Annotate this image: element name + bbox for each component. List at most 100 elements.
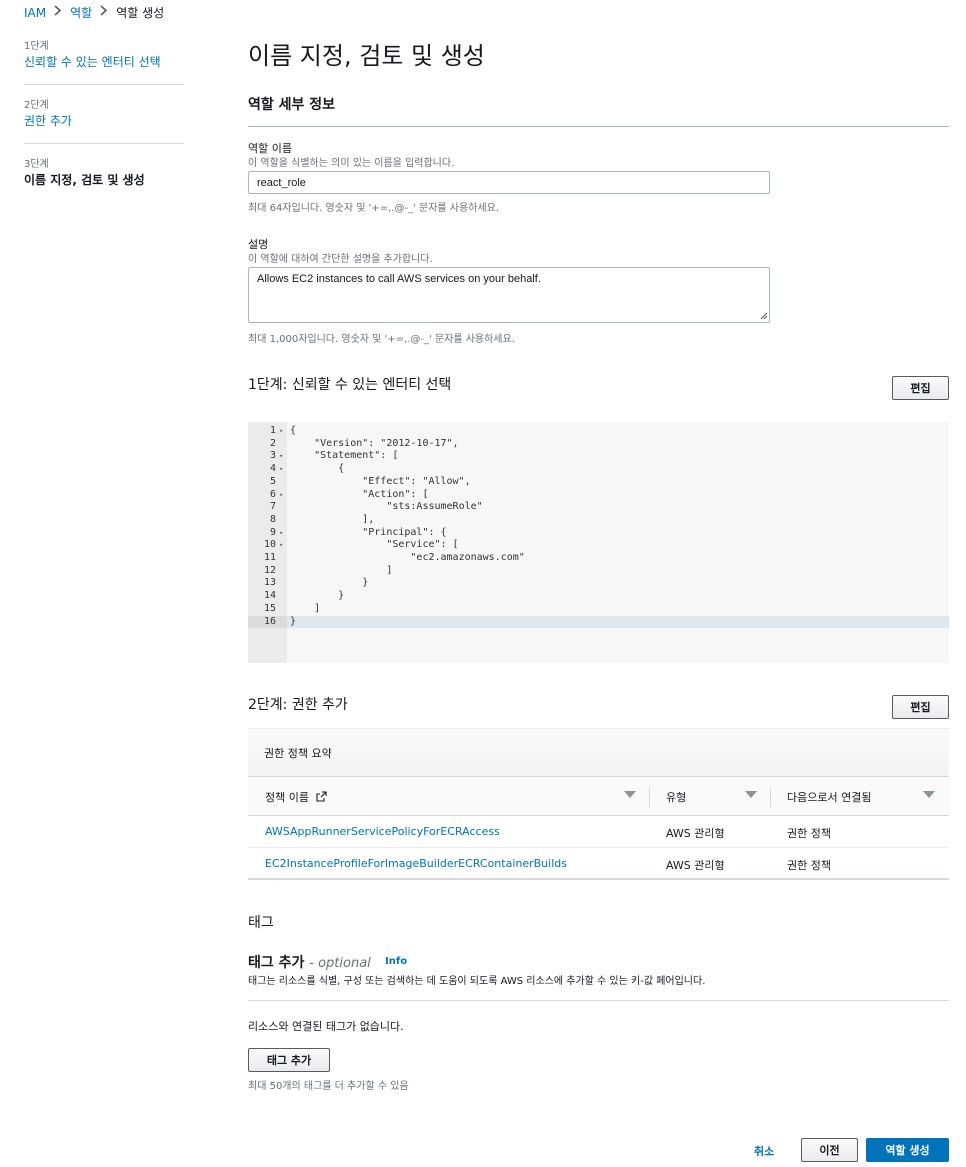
code-text: "Principal": { xyxy=(290,526,447,538)
line-number: 9 xyxy=(269,526,276,538)
policy-link[interactable]: AWSAppRunnerServicePolicyForECRAccess xyxy=(265,825,500,838)
sort-caret-icon[interactable] xyxy=(745,791,757,798)
wizard-step-3: 3단계 이름 지정, 검토 및 생성 xyxy=(24,158,184,202)
code-text: ] xyxy=(290,564,393,576)
line-number: 5 xyxy=(269,475,276,487)
breadcrumb-create-role: 역할 생성 xyxy=(116,6,165,20)
description-description: 이 역할에 대하여 간단한 설명을 추가합니다. xyxy=(248,254,433,265)
tags-title: 태그 xyxy=(248,915,274,931)
permissions-summary-title: 권한 정책 요약 xyxy=(264,747,332,760)
role-name-hint: 최대 64자입니다. 영숫자 및 '+=,.@-_' 문자를 사용하세요. xyxy=(248,203,499,214)
code-text: } xyxy=(290,577,369,589)
trust-policy-editor: 1 ▾{2 "Version": "2012-10-17", 3 ▾ "Stateme… xyxy=(248,422,949,663)
fold-toggle-icon[interactable]: ▾ xyxy=(279,425,283,438)
code-line[interactable]: 11 "ec2.amazonaws.com" xyxy=(248,552,949,565)
line-number: 7 xyxy=(269,501,276,513)
no-tags-message: 리소스와 연결된 태그가 없습니다. xyxy=(248,1020,404,1033)
wizard-step-2: 2단계 권한 추가 xyxy=(24,99,184,144)
policy-attached-as: 권한 정책 xyxy=(787,827,831,840)
step-link-add-permissions[interactable]: 권한 추가 xyxy=(24,114,72,128)
chevron-right-icon xyxy=(100,5,108,20)
code-line[interactable]: 16} xyxy=(248,615,949,629)
column-header-type[interactable]: 유형 xyxy=(666,789,686,805)
info-link[interactable]: Info xyxy=(385,956,407,967)
step-number: 1단계 xyxy=(24,41,49,52)
line-number: 13 xyxy=(263,577,276,589)
step-number: 3단계 xyxy=(24,159,49,170)
line-number: 3 xyxy=(269,450,276,462)
line-number: 1 xyxy=(269,425,276,436)
table-row: EC2InstanceProfileForImageBuilderECRCont… xyxy=(248,848,949,880)
add-tag-button[interactable]: 태그 추가 xyxy=(248,1048,330,1072)
permissions-summary-header: 권한 정책 요약 xyxy=(248,728,949,776)
line-number: 6 xyxy=(269,488,276,500)
policy-type: AWS 관리형 xyxy=(666,859,725,872)
policy-attached-as: 권한 정책 xyxy=(787,859,831,872)
resize-grip-icon[interactable] xyxy=(760,312,768,320)
step1-edit-button[interactable]: 편집 xyxy=(892,376,949,400)
line-number: 2 xyxy=(269,437,276,449)
wizard-step-1: 1단계 신뢰할 수 있는 엔터티 선택 xyxy=(24,40,184,85)
code-text: "sts:AssumeRole" xyxy=(290,501,483,513)
line-number: 15 xyxy=(263,602,276,614)
divider xyxy=(248,126,949,127)
line-number: 10 xyxy=(263,539,276,551)
breadcrumb-iam[interactable]: IAM xyxy=(24,6,46,20)
fold-toggle-icon[interactable]: ▾ xyxy=(279,527,283,540)
code-text: { xyxy=(290,463,345,475)
code-line[interactable]: 4 ▾ { xyxy=(248,463,949,476)
table-header-row: 정책 이름 유형 다음으로서 연결됨 xyxy=(248,776,949,816)
code-line[interactable]: 8 ], xyxy=(248,514,949,527)
code-line[interactable]: 6 ▾ "Action": [ xyxy=(248,489,949,502)
code-line[interactable]: 9 ▾ "Principal": { xyxy=(248,527,949,540)
sort-caret-icon[interactable] xyxy=(923,791,935,798)
code-line[interactable]: 14 } xyxy=(248,590,949,603)
optional-label: - optional xyxy=(309,956,371,971)
code-line[interactable]: 1 ▾ { xyxy=(248,425,949,438)
permissions-summary-table: 권한 정책 요약 정책 이름 유형 다음으로서 연결됨 AWSAppRunner… xyxy=(248,728,949,880)
cancel-button[interactable]: 취소 xyxy=(754,1143,774,1159)
code-line[interactable]: 5 "Effect": "Allow", xyxy=(248,476,949,489)
previous-button[interactable]: 이전 xyxy=(801,1138,858,1162)
column-divider xyxy=(770,787,771,807)
code-line[interactable]: 2 "Version": "2012-10-17", xyxy=(248,438,949,451)
column-header-attached-as[interactable]: 다음으로서 연결됨 xyxy=(787,789,871,805)
code-text: "Effect": "Allow", xyxy=(290,475,471,487)
sort-caret-icon[interactable] xyxy=(624,791,636,798)
chevron-right-icon xyxy=(54,5,62,20)
line-number: 11 xyxy=(263,552,276,563)
fold-toggle-icon[interactable]: ▾ xyxy=(279,463,283,476)
step-label-current: 이름 지정, 검토 및 생성 xyxy=(24,173,145,187)
code-line[interactable]: 12 ] xyxy=(248,565,949,578)
code-text: ], xyxy=(290,513,375,525)
external-link-icon xyxy=(316,791,328,802)
description-textarea[interactable]: Allows EC2 instances to call AWS service… xyxy=(248,267,770,323)
divider xyxy=(248,1000,949,1001)
add-tags-title: 태그 추가 - optional xyxy=(248,955,371,971)
fold-toggle-icon[interactable]: ▾ xyxy=(279,450,283,463)
policy-link[interactable]: EC2InstanceProfileForImageBuilderECRCont… xyxy=(265,857,567,870)
column-header-policy-name[interactable]: 정책 이름 xyxy=(265,789,328,805)
fold-toggle-icon[interactable]: ▾ xyxy=(279,539,283,552)
step-link-trusted-entity[interactable]: 신뢰할 수 있는 엔터티 선택 xyxy=(24,55,161,69)
wizard-steps: 1단계 신뢰할 수 있는 엔터티 선택 2단계 권한 추가 3단계 이름 지정,… xyxy=(24,40,184,216)
role-details-title: 역할 세부 정보 xyxy=(248,97,336,113)
role-name-input[interactable] xyxy=(248,171,770,194)
line-number: 4 xyxy=(269,463,276,475)
line-number: 8 xyxy=(269,513,276,525)
step2-edit-button[interactable]: 편집 xyxy=(892,695,949,719)
code-line[interactable]: 13 } xyxy=(248,577,949,590)
fold-toggle-icon[interactable]: ▾ xyxy=(279,489,283,502)
code-text: } xyxy=(290,590,345,602)
create-role-button[interactable]: 역할 생성 xyxy=(866,1138,949,1162)
line-number: 14 xyxy=(263,590,276,602)
breadcrumb-roles[interactable]: 역할 xyxy=(70,4,92,21)
code-line[interactable]: 7 "sts:AssumeRole" xyxy=(248,501,949,514)
description-hint: 최대 1,000자입니다. 영숫자 및 '+=,.@-_' 문자를 사용하세요. xyxy=(248,334,515,345)
code-line[interactable]: 15 ] xyxy=(248,603,949,616)
line-number: 16 xyxy=(263,615,276,627)
code-line[interactable]: 3 ▾ "Statement": [ xyxy=(248,450,949,463)
tags-description: 태그는 리소스를 식별, 구성 또는 검색하는 데 도움이 되도록 AWS 리소… xyxy=(248,976,706,987)
code-line[interactable]: 10 ▾ "Service": [ xyxy=(248,539,949,552)
line-number: 12 xyxy=(263,564,276,576)
